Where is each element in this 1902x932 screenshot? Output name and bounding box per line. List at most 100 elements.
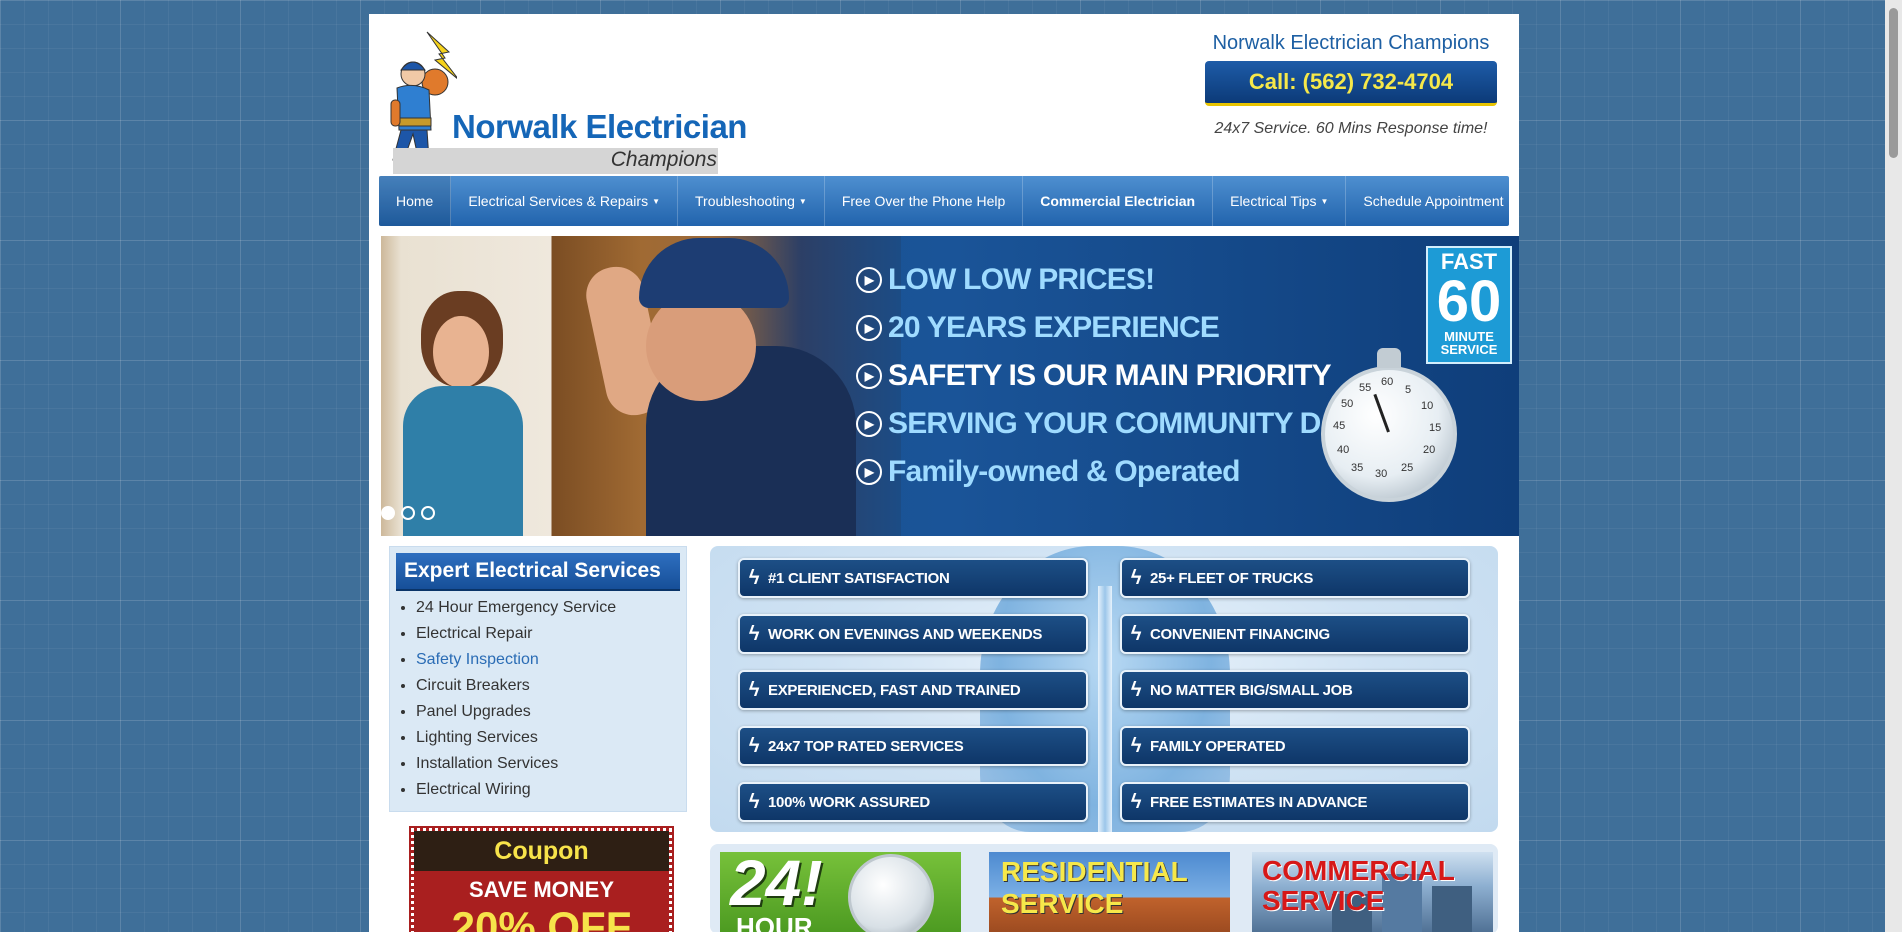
feature-item: ϟ CONVENIENT FINANCING (1120, 614, 1470, 654)
lightning-icon: ϟ (1130, 734, 1142, 757)
feature-label: 24x7 TOP RATED SERVICES (768, 737, 964, 755)
service-link[interactable]: Circuit Breakers (416, 677, 530, 694)
nav-item-troubleshooting[interactable]: Troubleshooting ▼ (678, 176, 825, 226)
logo-title: Norwalk Electrician (452, 108, 747, 145)
tile-line: COMMERCIAL (1262, 855, 1455, 886)
coupon-banner[interactable]: Coupon SAVE MONEY 20% OFF (409, 826, 674, 932)
nav-label: Electrical Tips (1230, 193, 1317, 209)
list-item: Circuit Breakers (416, 673, 680, 699)
site-title: Norwalk Electrician Champions (1212, 32, 1490, 54)
feature-item: ϟ FREE ESTIMATES IN ADVANCE (1120, 782, 1470, 822)
hero-bullet-list: ▶ LOW LOW PRICES! ▶ 20 YEARS EXPERIENCE ▶ S… (856, 256, 1384, 496)
service-link[interactable]: Safety Inspection (416, 651, 539, 668)
feature-item: ϟ #1 CLIENT SATISFACTION (738, 558, 1088, 598)
service-link[interactable]: Electrical Repair (416, 625, 532, 642)
features-panel: ϟ #1 CLIENT SATISFACTION ϟ 25+ FLEET OF TR… (710, 546, 1498, 832)
caret-down-icon: ▼ (652, 196, 661, 206)
list-item: Installation Services (416, 751, 680, 777)
hero-bullet-text: 20 YEARS EXPERIENCE (888, 311, 1220, 344)
feature-label: EXPERIENCED, FAST AND TRAINED (768, 681, 1021, 699)
stopwatch-icon: 60 55 5 50 10 45 15 40 20 35 30 25 (1321, 348, 1457, 502)
slider-dot-1[interactable] (381, 506, 395, 520)
feature-item: ϟ WORK ON EVENINGS AND WEEKENDS (738, 614, 1088, 654)
hero-bullet: ▶ Family-owned & Operated (856, 448, 1383, 496)
sidebar: Expert Electrical Services 24 Hour Emerg… (389, 546, 687, 932)
service-link[interactable]: Lighting Services (416, 729, 538, 746)
hero-bullet: ▶ LOW LOW PRICES! (856, 256, 1383, 304)
lightning-icon: ϟ (748, 790, 760, 813)
nav-item-schedule-appointment[interactable]: Schedule Appointment (1346, 176, 1519, 226)
lightning-icon: ϟ (748, 734, 760, 757)
slider-dots (381, 506, 435, 520)
nav-label: Commercial Electrician (1040, 193, 1196, 209)
nav-item-electrical-services[interactable]: Electrical Services & Repairs ▼ (451, 176, 679, 226)
call-button[interactable]: Call: (562) 732-4704 (1205, 61, 1497, 106)
tile-residential-service[interactable]: RESIDENTIAL SERVICE (989, 852, 1230, 932)
tile-residential-label: RESIDENTIAL SERVICE (1001, 856, 1188, 920)
hero-woman-face (433, 316, 489, 388)
features-grid: ϟ #1 CLIENT SATISFACTION ϟ 25+ FLEET OF TR… (738, 558, 1470, 822)
tile-commercial-label: COMMERCIAL SERVICE (1262, 856, 1455, 916)
feature-label: FAMILY OPERATED (1150, 737, 1286, 755)
services-list: 24 Hour Emergency Service Electrical Rep… (396, 595, 680, 803)
coupon-percent: 20% OFF (451, 903, 632, 932)
nav-label: Home (396, 193, 434, 209)
tile-commercial-service[interactable]: COMMERCIAL SERVICE (1252, 852, 1493, 932)
feature-label: 25+ FLEET OF TRUCKS (1150, 569, 1314, 587)
stopwatch-icon (848, 854, 934, 932)
page-container: Norwalk Electrician Champions Norwalk El… (369, 14, 1519, 932)
feature-label: #1 CLIENT SATISFACTION (768, 569, 950, 587)
list-item: 24 Hour Emergency Service (416, 595, 680, 621)
coupon-title: Coupon (414, 831, 669, 871)
tile-24-small: HOUR (736, 912, 813, 932)
feature-item: ϟ FAMILY OPERATED (1120, 726, 1470, 766)
nav-item-home[interactable]: Home (379, 176, 452, 226)
nav-item-commercial-electrician[interactable]: Commercial Electrician (1023, 176, 1214, 226)
nav-item-free-phone-help[interactable]: Free Over the Phone Help (825, 176, 1024, 226)
tile-line: SERVICE (1262, 885, 1385, 916)
tile-24-big: 24! (730, 852, 823, 919)
nav-item-electrical-tips[interactable]: Electrical Tips ▼ (1213, 176, 1347, 226)
feature-label: FREE ESTIMATES IN ADVANCE (1150, 793, 1368, 811)
nav-label: Schedule Appointment (1363, 193, 1504, 209)
tile-line: RESIDENTIAL (1001, 856, 1188, 887)
stopwatch-hand (1373, 393, 1390, 433)
service-link[interactable]: Panel Upgrades (416, 703, 531, 720)
hero-man-cap (639, 238, 789, 308)
page-scrollbar[interactable] (1885, 0, 1902, 932)
hero-slider: ▶ LOW LOW PRICES! ▶ 20 YEARS EXPERIENCE ▶ S… (381, 236, 1519, 536)
list-item: Panel Upgrades (416, 699, 680, 725)
nav-label: Troubleshooting (695, 193, 795, 209)
tile-24-hour[interactable]: 24! HOUR (720, 852, 961, 932)
slider-dot-3[interactable] (421, 506, 435, 520)
service-link[interactable]: Installation Services (416, 755, 558, 772)
slider-dot-2[interactable] (401, 506, 415, 520)
arrow-circle-icon: ▶ (856, 315, 882, 341)
hero-bullet-text: Family-owned & Operated (888, 455, 1240, 488)
feature-item: ϟ 100% WORK ASSURED (738, 782, 1088, 822)
caret-down-icon: ▼ (798, 196, 807, 206)
header-tagline: 24x7 Service. 60 Mins Response time! (1214, 120, 1488, 137)
feature-item: ϟ EXPERIENCED, FAST AND TRAINED (738, 670, 1088, 710)
service-link[interactable]: 24 Hour Emergency Service (416, 599, 616, 616)
service-tiles: 24! HOUR RESIDENTIAL SERVICE COMMERCIAL SE… (710, 844, 1498, 932)
hero-bullet: ▶ 20 YEARS EXPERIENCE (856, 304, 1383, 352)
hero-bullet-text: LOW LOW PRICES! (888, 263, 1155, 296)
list-item: Electrical Wiring (416, 777, 680, 803)
service-link[interactable]: Electrical Wiring (416, 781, 531, 798)
site-logo[interactable]: Norwalk Electrician Champions (387, 24, 747, 174)
badge-line: SERVICE (1440, 342, 1498, 357)
scrollbar-thumb[interactable] (1889, 8, 1898, 158)
header-contact: Norwalk Electrician Champions Call: (562… (1203, 32, 1499, 138)
logo-subtitle: Champions (610, 148, 717, 171)
lightning-icon: ϟ (1130, 678, 1142, 701)
services-box: Expert Electrical Services 24 Hour Emerg… (389, 546, 687, 812)
hero-bullet: ▶ SAFETY IS OUR MAIN PRIORITY (856, 352, 1383, 400)
list-item: Electrical Repair (416, 621, 680, 647)
arrow-circle-icon: ▶ (856, 363, 882, 389)
lightning-icon: ϟ (1130, 566, 1142, 589)
nav-label: Electrical Services & Repairs (468, 193, 649, 209)
feature-label: CONVENIENT FINANCING (1150, 625, 1330, 643)
feature-item: ϟ 25+ FLEET OF TRUCKS (1120, 558, 1470, 598)
hero-bullet: ▶ SERVING YOUR COMMUNITY DAILY (856, 400, 1384, 448)
